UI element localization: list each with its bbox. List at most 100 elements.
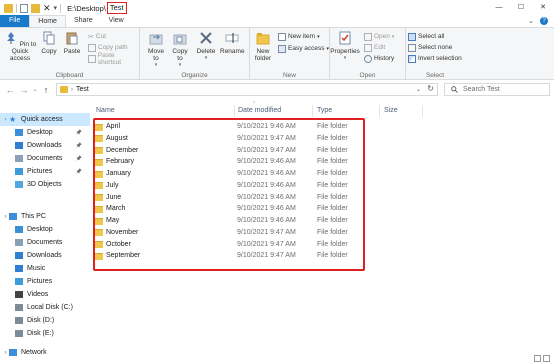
chevron-down-icon[interactable]: ⌄	[416, 86, 421, 93]
sidebar-item-pictures[interactable]: Pictures 📌	[0, 165, 90, 178]
easy-access-button[interactable]: Easy access ▾	[278, 44, 329, 53]
disk-icon	[15, 330, 23, 337]
select-all-button[interactable]: Select all	[408, 32, 444, 41]
address-path[interactable]: Test	[76, 86, 89, 93]
minimize-button[interactable]: —	[488, 0, 510, 14]
file-list: ⌃ Name Date modified Type Size April 9/10…	[92, 100, 554, 364]
sidebar-item-label: Pictures	[27, 278, 53, 285]
tab-home[interactable]: Home	[29, 15, 66, 27]
delete-icon[interactable]: ✕	[43, 3, 51, 13]
new-folder-icon[interactable]	[31, 3, 40, 13]
column-divider[interactable]	[379, 105, 380, 117]
desktop-icon	[15, 226, 23, 233]
tab-share[interactable]: Share	[66, 15, 101, 27]
chevron-right-icon[interactable]: ›	[71, 87, 73, 93]
highlight-annotation	[93, 118, 365, 271]
up-button[interactable]: ↑	[39, 83, 53, 97]
column-divider[interactable]	[234, 105, 235, 117]
sidebar-item-downloads[interactable]: Downloads 📌	[0, 139, 90, 152]
sidebar-item-quick-access[interactable]: › ★ Quick access	[0, 113, 90, 126]
rename-icon	[225, 33, 239, 43]
sidebar-item-documents[interactable]: Documents 📌	[0, 152, 90, 165]
organize-group-label: Organize	[181, 72, 208, 79]
chevron-down-icon: ▾	[343, 55, 347, 61]
sidebar-item-pictures[interactable]: Pictures	[0, 275, 90, 288]
address-bar[interactable]: › Test ⌄ ↻	[56, 83, 438, 96]
copy-to-icon	[173, 34, 187, 45]
column-divider[interactable]	[422, 105, 423, 117]
move-to-button[interactable]: Move to ▾	[146, 31, 166, 69]
sidebar-item-disk-d[interactable]: Disk (D:)	[0, 314, 90, 327]
desktop-icon	[15, 129, 23, 136]
select-none-button[interactable]: Select none	[408, 43, 452, 52]
close-button[interactable]: ✕	[532, 0, 554, 14]
delete-label: Delete	[196, 48, 216, 55]
edit-button[interactable]: Edit	[364, 43, 385, 52]
column-size[interactable]: Size	[384, 104, 398, 118]
invert-selection-button[interactable]: Invert selection	[408, 54, 462, 63]
column-type[interactable]: Type	[317, 104, 332, 118]
new-item-button[interactable]: New item ▾	[278, 32, 320, 41]
forward-button[interactable]: →	[17, 83, 31, 97]
search-placeholder[interactable]: Search Test	[463, 86, 500, 93]
organize-group: Move to ▾ Copy to ▾ Delete ▾ Rename Organiz…	[140, 28, 250, 80]
recent-locations-button[interactable]: ⌄	[31, 83, 39, 97]
open-group-label: Open	[359, 72, 376, 79]
paste-icon	[66, 32, 78, 45]
sidebar-item-videos[interactable]: Videos	[0, 288, 90, 301]
properties-icon[interactable]	[20, 3, 28, 13]
sidebar-item-local-disk-c[interactable]: Local Disk (C:)	[0, 301, 90, 314]
refresh-icon[interactable]: ↻	[427, 84, 434, 93]
divider	[16, 3, 17, 13]
chevron-right-icon[interactable]: ›	[2, 117, 9, 123]
pin-quick-access-button[interactable]: Pin to Quick access	[2, 31, 38, 62]
chevron-down-icon: ⌄	[32, 87, 38, 93]
maximize-button[interactable]: ☐	[510, 0, 532, 14]
pin-icon: 📌	[75, 142, 82, 149]
chevron-down-icon[interactable]: ▾	[54, 4, 58, 12]
select-all-label: Select all	[418, 33, 445, 40]
history-button[interactable]: History	[364, 54, 394, 63]
select-group: Select all Select none Invert selection …	[406, 28, 464, 80]
paste-button[interactable]: Paste	[62, 31, 82, 55]
column-divider[interactable]	[312, 105, 313, 117]
sidebar-item-music[interactable]: Music	[0, 262, 90, 275]
copy-to-button[interactable]: Copy to ▾	[170, 31, 190, 69]
properties-button[interactable]: Properties ▾	[330, 31, 360, 62]
sidebar-item-desktop[interactable]: Desktop 📌	[0, 126, 90, 139]
title-bar: ✕ ▾ E:\Desktop\ Test — ☐ ✕	[0, 0, 554, 16]
paste-shortcut-button[interactable]: Paste shortcut	[88, 52, 139, 66]
scissors-icon: ✂	[88, 33, 94, 41]
properties-icon	[339, 31, 351, 45]
copy-button[interactable]: Copy	[40, 31, 58, 55]
back-button[interactable]: ←	[3, 83, 17, 97]
chevron-down-icon: ▾	[391, 33, 395, 40]
copy-path-label: Copy path	[98, 44, 128, 51]
details-view-icon[interactable]	[534, 355, 541, 362]
navigation-pane: › ★ Quick access Desktop 📌 Downloads 📌 Document…	[0, 100, 90, 364]
3d-objects-icon	[15, 181, 23, 188]
large-icons-view-icon[interactable]	[543, 355, 550, 362]
delete-button[interactable]: Delete ▾	[195, 31, 217, 62]
chevron-right-icon[interactable]: ›	[2, 214, 9, 220]
rename-button[interactable]: Rename	[220, 31, 245, 55]
new-folder-button[interactable]: New folder	[252, 31, 274, 62]
tab-view[interactable]: View	[101, 15, 132, 27]
sidebar-item-this-pc[interactable]: › This PC	[0, 210, 90, 223]
sidebar-item-downloads[interactable]: Downloads	[0, 249, 90, 262]
tab-file[interactable]: File	[0, 15, 30, 27]
open-button[interactable]: Open ▾	[364, 32, 394, 41]
sidebar-item-3d-objects[interactable]: 3D Objects	[0, 178, 90, 191]
column-date-modified[interactable]: Date modified	[238, 104, 281, 118]
sidebar-item-disk-e[interactable]: Disk (E:)	[0, 327, 90, 340]
cut-button[interactable]: ✂ Cut	[88, 32, 106, 41]
clipboard-group: Pin to Quick access Copy Paste ✂ Cut Cop…	[0, 28, 140, 80]
sidebar-item-documents[interactable]: Documents	[0, 236, 90, 249]
properties-label: Properties	[330, 48, 360, 55]
column-name[interactable]: Name	[96, 104, 115, 118]
sidebar-item-desktop[interactable]: Desktop	[0, 223, 90, 236]
help-icon[interactable]: ?	[540, 17, 548, 25]
chevron-down-icon[interactable]: ⌄	[528, 17, 534, 25]
search-box[interactable]: Search Test	[444, 83, 550, 96]
arrow-left-icon: ←	[5, 85, 15, 95]
